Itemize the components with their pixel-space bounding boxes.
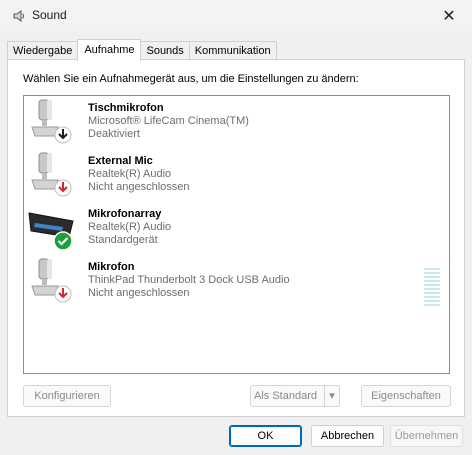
set-default-button[interactable]: Als Standard (250, 385, 326, 407)
instruction-text: Wählen Sie ein Aufnahmegerät aus, um die… (23, 73, 359, 85)
device-driver: ThinkPad Thunderbolt 3 Dock USB Audio (88, 274, 290, 286)
tab-bar: Wiedergabe Aufnahme Sounds Kommunikation (7, 39, 277, 61)
tab-wiedergabe[interactable]: Wiedergabe (7, 41, 79, 60)
device-list[interactable]: Tischmikrofon Microsoft® LifeCam Cinema(… (23, 95, 450, 374)
level-meter (424, 268, 440, 308)
window-title: Sound (32, 8, 67, 22)
device-status: Nicht angeschlossen (88, 287, 190, 299)
speaker-icon (13, 10, 24, 22)
device-name: Tischmikrofon (88, 102, 164, 114)
close-icon: ✕ (442, 7, 456, 25)
recording-panel: Wählen Sie ein Aufnahmegerät aus, um die… (7, 59, 465, 417)
close-button[interactable]: ✕ (426, 0, 472, 31)
device-name: External Mic (88, 155, 153, 167)
chevron-down-icon: ▾ (329, 390, 335, 402)
cancel-button[interactable]: Abbrechen (311, 425, 384, 447)
device-item-mikrofon[interactable]: Mikrofon ThinkPad Thunderbolt 3 Dock USB… (24, 256, 449, 309)
microphone-array-icon (28, 212, 74, 251)
device-driver: Realtek(R) Audio (88, 168, 172, 180)
device-item-mikrofonarray[interactable]: Mikrofonarray Realtek(R) Audio Standardg… (24, 203, 449, 256)
device-status: Standardgerät (88, 234, 158, 246)
device-driver: Microsoft® LifeCam Cinema(TM) (88, 115, 249, 127)
apply-button[interactable]: Übernehmen (390, 425, 463, 447)
device-item-tischmikrofon[interactable]: Tischmikrofon Microsoft® LifeCam Cinema(… (24, 97, 449, 150)
device-name: Mikrofon (88, 261, 135, 273)
configure-button[interactable]: Konfigurieren (23, 385, 111, 407)
properties-button[interactable]: Eigenschaften (361, 385, 451, 407)
set-default-dropdown[interactable]: ▾ (324, 385, 340, 407)
device-status: Nicht angeschlossen (88, 181, 190, 193)
tab-kommunikation[interactable]: Kommunikation (188, 41, 277, 60)
device-status: Deaktiviert (88, 128, 140, 140)
microphone-icon (31, 258, 72, 303)
ok-button[interactable]: OK (229, 425, 302, 447)
device-driver: Realtek(R) Audio (88, 221, 172, 233)
device-item-external-mic[interactable]: External Mic Realtek(R) Audio Nicht ange… (24, 150, 449, 203)
tab-aufnahme[interactable]: Aufnahme (77, 39, 142, 61)
title-bar: Sound ✕ (0, 0, 472, 31)
device-name: Mikrofonarray (88, 208, 162, 220)
tab-sounds[interactable]: Sounds (140, 41, 190, 60)
microphone-icon (31, 152, 72, 197)
microphone-icon (31, 99, 72, 144)
